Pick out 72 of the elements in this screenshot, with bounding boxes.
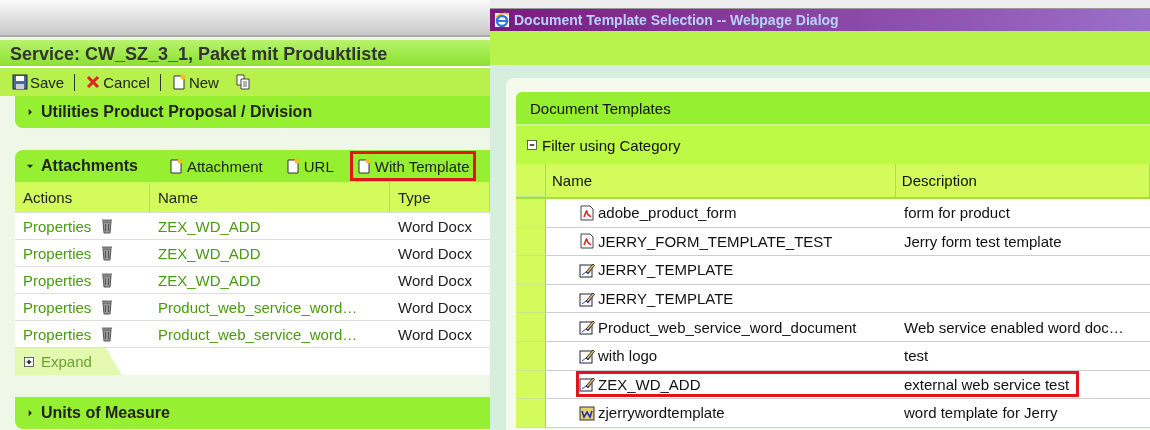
file-name-link[interactable]: ZEX_WD_ADD	[158, 244, 261, 262]
template-name: zjerrywordtemplate	[598, 404, 725, 422]
row-selector[interactable]	[516, 341, 546, 371]
template-name: JERRY_TEMPLATE	[598, 290, 734, 308]
column-header[interactable]: Actions	[15, 182, 150, 213]
copy-button[interactable]	[234, 74, 251, 90]
file-name-link[interactable]: Product_web_service_word…	[158, 325, 358, 343]
expand-icon	[23, 355, 35, 368]
file-name-link[interactable]: Product_web_service_word…	[158, 298, 358, 316]
row-selector[interactable]	[516, 399, 546, 428]
cancel-button[interactable]: Cancel	[85, 73, 150, 91]
pen-document-icon	[579, 347, 595, 364]
panel-title: Document Templates	[516, 92, 1150, 126]
template-description: Jerry form test template	[904, 232, 1062, 250]
new-document-icon	[355, 158, 372, 174]
pdf-file-icon	[579, 204, 595, 221]
row-selector[interactable]	[516, 199, 546, 228]
pdf-file-icon	[579, 233, 595, 250]
properties-link[interactable]: Properties	[23, 217, 92, 235]
template-description: Web service enabled word doc…	[904, 318, 1124, 336]
pen-document-icon	[579, 376, 595, 393]
dialog-title: Document Template Selection -- Webpage Dialog	[514, 12, 839, 28]
properties-link[interactable]: Properties	[23, 244, 92, 262]
panel-title: Units of Measure	[41, 404, 170, 422]
properties-link[interactable]: Properties	[23, 325, 92, 343]
row-selector[interactable]	[516, 370, 546, 400]
properties-link[interactable]: Properties	[23, 298, 92, 316]
panel-title: Utilities Product Proposal / Division	[41, 103, 313, 121]
row-selector[interactable]	[516, 227, 546, 257]
panel-header[interactable]: Units of Measure	[15, 397, 490, 429]
file-name-link[interactable]: ZEX_WD_ADD	[158, 217, 261, 235]
panel-header[interactable]: Attachments Attachment URL With Template	[15, 150, 490, 182]
panel-title: Attachments	[41, 157, 138, 175]
file-name-link[interactable]: ZEX_WD_ADD	[158, 271, 261, 289]
template-name: with logo	[598, 347, 658, 365]
filter-toggle[interactable]: Filter using Category	[526, 136, 681, 154]
properties-link[interactable]: Properties	[23, 271, 92, 289]
add-document-button[interactable]: URL	[278, 151, 340, 181]
save-icon	[12, 74, 28, 90]
copy-icon	[234, 74, 251, 90]
new-document-icon	[170, 74, 187, 90]
column-header[interactable]: Type	[390, 182, 490, 213]
template-description: external web service test	[904, 375, 1070, 393]
template-name: ZEX_WD_ADD	[598, 375, 701, 393]
pen-document-icon	[579, 262, 595, 278]
row-selector[interactable]	[516, 256, 546, 285]
page-title: Service: CW_SZ_3_1, Paket mit Produktliste	[0, 40, 490, 68]
template-name: JERRY_TEMPLATE	[598, 261, 734, 279]
template-description: word template for Jerry	[904, 404, 1058, 422]
browser-logo-icon	[494, 12, 510, 28]
pen-document-icon	[579, 290, 595, 307]
add-document-button[interactable]: Attachment	[161, 151, 269, 181]
save-button[interactable]: Save	[12, 73, 65, 91]
column-header[interactable]: Name	[546, 164, 896, 197]
template-name: adobe_product_form	[598, 204, 737, 222]
close-icon	[85, 74, 102, 90]
column-header[interactable]: Description	[895, 164, 1150, 197]
template-name: Product_web_service_word_document	[598, 318, 857, 336]
pen-document-icon	[579, 319, 595, 336]
row-selector[interactable]	[516, 284, 546, 314]
word-document-icon	[579, 404, 595, 421]
template-name: JERRY_FORM_TEMPLATE_TEST	[598, 232, 833, 250]
panel-header[interactable]: Utilities Product Proposal / Division	[15, 96, 490, 128]
new-document-icon	[167, 158, 184, 174]
new-document-icon	[284, 158, 301, 174]
column-header[interactable]: Name	[150, 182, 390, 213]
template-description: form for product	[904, 204, 1010, 222]
template-description: test	[904, 347, 929, 365]
add-document-button[interactable]: With Template	[349, 151, 476, 181]
row-selector[interactable]	[516, 313, 546, 342]
table-row[interactable]: ZEX_WD_ADD external web service test	[576, 371, 1079, 398]
new-button[interactable]: New	[170, 73, 219, 91]
